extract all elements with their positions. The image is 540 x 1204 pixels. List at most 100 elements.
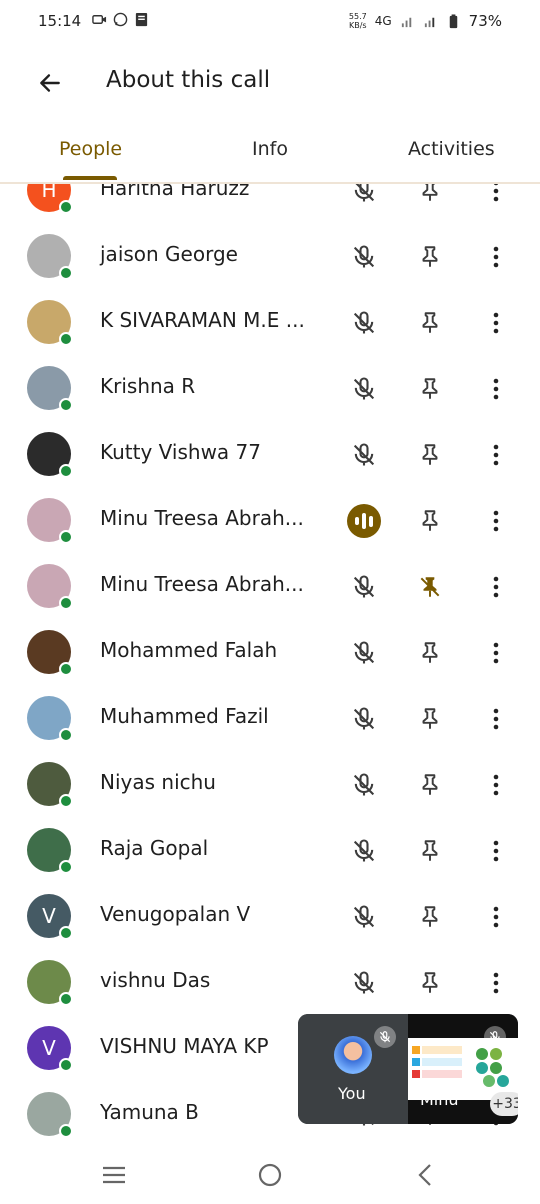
- mute-button[interactable]: [346, 899, 382, 935]
- participant-name: Raja Gopal: [100, 836, 209, 860]
- pin-button[interactable]: [412, 767, 448, 803]
- home-button[interactable]: [250, 1160, 290, 1190]
- participant-row[interactable]: vishnu Das: [0, 949, 540, 1015]
- unpin-button[interactable]: [412, 569, 448, 605]
- self-tile[interactable]: You: [298, 1014, 408, 1124]
- status-time: 15:14: [38, 12, 82, 30]
- participant-row[interactable]: Niyas nichu: [0, 751, 540, 817]
- mic-off-icon: [353, 839, 375, 862]
- more-options-button[interactable]: [478, 184, 514, 209]
- mute-button[interactable]: [346, 437, 382, 473]
- pin-button[interactable]: [412, 833, 448, 869]
- participant-row[interactable]: Mohammed Falah: [0, 619, 540, 685]
- more-vert-icon: [493, 184, 499, 202]
- pin-button[interactable]: [412, 184, 448, 209]
- mute-button[interactable]: [346, 305, 382, 341]
- participant-row[interactable]: Minu Treesa Abrah...: [0, 487, 540, 553]
- mute-button[interactable]: [346, 371, 382, 407]
- pin-button[interactable]: [412, 437, 448, 473]
- mic-off-icon: [353, 773, 375, 796]
- home-circle-icon: [258, 1163, 282, 1187]
- system-nav-bar: [0, 1148, 540, 1204]
- participant-list[interactable]: H Haritha Haruzz jaison George K SIVARAMAN …: [0, 184, 540, 1144]
- mute-button[interactable]: [346, 635, 382, 671]
- more-options-button[interactable]: [478, 635, 514, 671]
- participant-name: Mohammed Falah: [100, 638, 278, 662]
- online-status-dot: [59, 464, 73, 478]
- notification-icons: [92, 12, 149, 27]
- pin-button[interactable]: [412, 503, 448, 539]
- avatar: [27, 432, 73, 478]
- pin-icon: [422, 972, 438, 993]
- participant-row[interactable]: Kutty Vishwa 77: [0, 421, 540, 487]
- mic-off-icon: [374, 1026, 396, 1048]
- participant-row[interactable]: Minu Treesa Abrah...: [0, 553, 540, 619]
- more-options-button[interactable]: [478, 899, 514, 935]
- mute-button[interactable]: [346, 701, 382, 737]
- pin-icon: [422, 840, 438, 861]
- online-status-dot: [59, 530, 73, 544]
- more-options-button[interactable]: [478, 239, 514, 275]
- participant-row[interactable]: H Haritha Haruzz: [0, 184, 540, 223]
- avatar: [27, 366, 73, 412]
- speaking-indicator[interactable]: [346, 503, 382, 539]
- pin-button[interactable]: [412, 965, 448, 1001]
- presenter-tile[interactable]: Minu +33: [408, 1014, 518, 1124]
- app-header: About this call: [0, 52, 540, 114]
- mute-button[interactable]: [346, 569, 382, 605]
- avatar: [27, 696, 73, 742]
- more-vert-icon: [493, 312, 499, 334]
- pin-button[interactable]: [412, 899, 448, 935]
- more-vert-icon: [493, 708, 499, 730]
- participant-row[interactable]: Krishna R: [0, 355, 540, 421]
- online-status-dot: [59, 662, 73, 676]
- mute-button[interactable]: [346, 767, 382, 803]
- back-button[interactable]: [34, 67, 66, 99]
- net-speed: 55.7 KB/s: [349, 12, 367, 30]
- tab-activities[interactable]: Activities: [408, 138, 495, 160]
- more-options-button[interactable]: [478, 965, 514, 1001]
- avatar-initial: V: [42, 904, 56, 928]
- participant-row[interactable]: Muhammed Fazil: [0, 685, 540, 751]
- more-participants-badge[interactable]: +33: [490, 1092, 518, 1116]
- online-status-dot: [59, 332, 73, 346]
- recents-button[interactable]: [94, 1160, 134, 1190]
- pin-button[interactable]: [412, 239, 448, 275]
- more-options-button[interactable]: [478, 701, 514, 737]
- avatar-initial: H: [41, 184, 57, 202]
- more-options-button[interactable]: [478, 767, 514, 803]
- tab-people[interactable]: People: [59, 138, 122, 160]
- tab-info[interactable]: Info: [252, 138, 288, 160]
- participant-name: Minu Treesa Abrah...: [100, 506, 304, 530]
- network-type: 4G: [374, 14, 392, 28]
- more-options-button[interactable]: [478, 569, 514, 605]
- mic-off-icon: [353, 311, 375, 334]
- participant-row[interactable]: V Venugopalan V: [0, 883, 540, 949]
- more-options-button[interactable]: [478, 305, 514, 341]
- participant-name: Venugopalan V: [100, 902, 251, 926]
- more-options-button[interactable]: [478, 371, 514, 407]
- status-right: 55.7 KB/s 4G 73%: [349, 12, 502, 30]
- mute-button[interactable]: [346, 833, 382, 869]
- pin-button[interactable]: [412, 305, 448, 341]
- avatar: [27, 234, 73, 280]
- mute-button[interactable]: [346, 184, 382, 209]
- pin-button[interactable]: [412, 701, 448, 737]
- mic-off-icon: [484, 1026, 506, 1048]
- more-options-button[interactable]: [478, 437, 514, 473]
- pin-button[interactable]: [412, 635, 448, 671]
- call-preview[interactable]: You Minu +33: [298, 1014, 518, 1124]
- participant-row[interactable]: K SIVARAMAN M.E ...: [0, 289, 540, 355]
- participant-row[interactable]: Raja Gopal: [0, 817, 540, 883]
- mute-button[interactable]: [346, 965, 382, 1001]
- pin-icon: [422, 444, 438, 465]
- more-vert-icon: [493, 246, 499, 268]
- pin-button[interactable]: [412, 371, 448, 407]
- mute-button[interactable]: [346, 239, 382, 275]
- more-options-button[interactable]: [478, 503, 514, 539]
- online-status-dot: [59, 200, 73, 214]
- system-back-button[interactable]: [406, 1160, 446, 1190]
- participant-row[interactable]: jaison George: [0, 223, 540, 289]
- pin-icon: [422, 708, 438, 729]
- more-options-button[interactable]: [478, 833, 514, 869]
